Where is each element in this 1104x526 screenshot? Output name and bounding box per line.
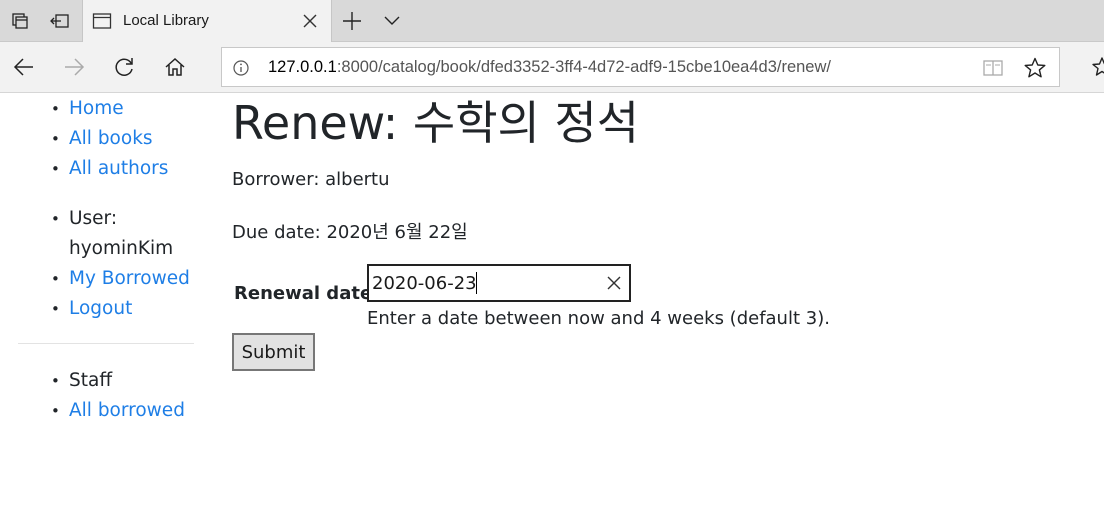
- page-icon: [92, 13, 112, 29]
- address-url[interactable]: 127.0.0.1:8000/catalog/book/dfed3352-3ff…: [268, 58, 831, 77]
- info-icon[interactable]: [232, 59, 250, 77]
- all-borrowed-link[interactable]: All borrowed: [69, 400, 185, 421]
- renewal-date-input[interactable]: [369, 266, 597, 300]
- logout-link[interactable]: Logout: [69, 298, 132, 319]
- sidebar-item-logout: Logout: [51, 294, 132, 324]
- close-icon[interactable]: [300, 11, 320, 31]
- renewal-date-field[interactable]: [367, 264, 631, 302]
- sidebar-item-staff: Staff: [51, 366, 113, 396]
- sidebar-username: hyominKim: [69, 234, 173, 264]
- help-text: Enter a date between now and 4 weeks (de…: [367, 308, 830, 329]
- submit-button[interactable]: Submit: [232, 333, 315, 371]
- back-arrow-icon[interactable]: [10, 53, 38, 81]
- clear-icon[interactable]: [605, 274, 623, 292]
- all-books-link[interactable]: All books: [69, 128, 153, 149]
- username: hyominKim: [69, 238, 174, 259]
- borrower-text: Borrower: albertu: [232, 169, 390, 190]
- tab-strip: Local Library: [0, 0, 1104, 42]
- browser-tab[interactable]: Local Library: [82, 0, 332, 42]
- user-label: User:: [69, 208, 118, 229]
- address-bar[interactable]: 127.0.0.1:8000/catalog/book/dfed3352-3ff…: [221, 47, 1060, 87]
- home-link[interactable]: Home: [69, 98, 124, 119]
- chevron-down-icon[interactable]: [380, 9, 404, 33]
- tab-actions-icon[interactable]: [5, 6, 35, 36]
- favorites-icon[interactable]: [1092, 56, 1104, 78]
- sidebar-item-my-borrowed: My Borrowed: [51, 264, 190, 294]
- due-date-text: Due date: 2020년 6월 22일: [232, 222, 468, 243]
- staff-label: Staff: [69, 370, 113, 391]
- forward-arrow-icon[interactable]: [60, 53, 88, 81]
- sidebar-item-all-borrowed: All borrowed: [51, 396, 185, 426]
- my-borrowed-link[interactable]: My Borrowed: [69, 268, 190, 289]
- navigation-bar: 127.0.0.1:8000/catalog/book/dfed3352-3ff…: [0, 42, 1104, 93]
- reading-view-icon[interactable]: [982, 57, 1004, 79]
- sidebar-divider: [18, 343, 194, 344]
- set-tabs-aside-icon[interactable]: [45, 6, 75, 36]
- text-caret: [476, 272, 477, 294]
- home-icon[interactable]: [161, 53, 189, 81]
- star-icon[interactable]: [1023, 56, 1047, 80]
- tab-title: Local Library: [123, 12, 209, 29]
- new-tab-icon[interactable]: [340, 9, 364, 33]
- all-authors-link[interactable]: All authors: [69, 158, 168, 179]
- sidebar-item-home: Home: [51, 94, 124, 124]
- sidebar-item-all-authors: All authors: [51, 154, 168, 184]
- refresh-icon[interactable]: [111, 53, 139, 81]
- address-host: 127.0.0.1: [268, 58, 337, 76]
- renewal-date-label: Renewal date:: [234, 283, 380, 304]
- sidebar-item-user: User:: [51, 204, 118, 234]
- address-path: :8000/catalog/book/dfed3352-3ff4-4d72-ad…: [336, 58, 831, 76]
- page-title: Renew: 수학의 정석: [232, 96, 640, 150]
- sidebar-item-all-books: All books: [51, 124, 153, 154]
